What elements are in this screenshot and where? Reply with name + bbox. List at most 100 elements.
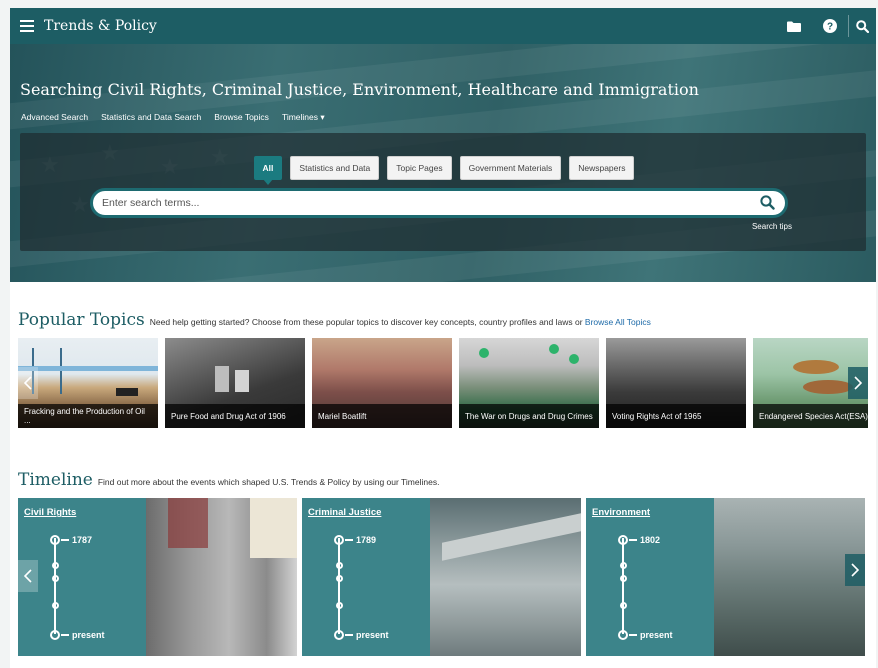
filter-all[interactable]: All — [253, 156, 283, 185]
timeline-node — [620, 602, 627, 609]
timeline-card-title: Civil Rights — [24, 507, 77, 518]
timeline-tick — [629, 634, 637, 636]
topics-carousel: Fracking and the Production of Oil ... P… — [18, 338, 868, 428]
topic-label: Fracking and the Production of Oil ... — [18, 404, 158, 428]
timeline-node — [334, 535, 344, 545]
timeline-node — [52, 602, 59, 609]
hero-banner: ★ ★ ★ ★ ★ Searching Civil Rights, Crimin… — [10, 44, 876, 282]
timeline-card-environment[interactable]: Environment 1802 present — [586, 498, 865, 656]
timeline-tick — [345, 634, 353, 636]
statistics-search-link[interactable]: Statistics and Data Search — [101, 112, 201, 123]
timeline-card-criminal-justice[interactable]: Criminal Justice 1789 present — [302, 498, 581, 656]
popular-topics-description: Need help getting started? Choose from t… — [149, 317, 583, 327]
topic-label: Pure Food and Drug Act of 1906 — [165, 404, 305, 428]
top-bar-actions: ? — [776, 8, 876, 44]
timeline-node — [336, 602, 343, 609]
diagram-layer — [18, 366, 158, 371]
timeline-image — [714, 498, 865, 656]
timeline-node — [334, 630, 344, 640]
timeline-tick — [629, 539, 637, 541]
topic-card[interactable]: Mariel Boatlift — [312, 338, 452, 428]
search-panel: All Statistics and Data Topic Pages Gove… — [20, 133, 866, 251]
timeline-end-label: present — [356, 630, 389, 640]
balloon-detail — [569, 354, 579, 364]
photo-detail — [215, 366, 229, 392]
timeline-end-label: present — [72, 630, 105, 640]
timeline-node — [50, 630, 60, 640]
topic-label: Voting Rights Act of 1965 — [606, 404, 746, 428]
timeline-node — [52, 562, 59, 569]
popular-topics-title: Popular Topics — [18, 310, 145, 330]
timelines-dropdown[interactable]: Timelines ▾ — [282, 112, 325, 123]
timeline-end-label: present — [640, 630, 673, 640]
timeline-tick — [345, 539, 353, 541]
timeline-card-title: Environment — [592, 507, 651, 518]
diagram-line — [60, 348, 62, 394]
timeline-card-title: Criminal Justice — [308, 507, 382, 518]
search-input[interactable] — [102, 197, 722, 209]
svg-text:?: ? — [827, 22, 833, 33]
advanced-search-link[interactable]: Advanced Search — [21, 112, 88, 123]
timeline-header: Timeline Find out more about the events … — [18, 470, 439, 490]
topic-card[interactable]: Fracking and the Production of Oil ... — [18, 338, 158, 428]
fish-detail — [793, 360, 839, 374]
search-tips-link[interactable]: Search tips — [752, 222, 792, 231]
menu-icon[interactable] — [20, 20, 34, 32]
timeline-title: Timeline — [18, 470, 93, 490]
help-icon[interactable]: ? — [812, 8, 848, 44]
topic-card[interactable]: The War on Drugs and Drug Crimes — [459, 338, 599, 428]
carousel-next-button[interactable] — [848, 367, 868, 399]
timeline-tick — [61, 539, 69, 541]
topic-label: The War on Drugs and Drug Crimes — [459, 404, 599, 428]
timeline-node — [336, 575, 343, 582]
browse-all-topics-link[interactable]: Browse All Topics — [585, 317, 651, 327]
topic-label: Endangered Species Act(ESA) — [753, 404, 868, 428]
timeline-node — [50, 535, 60, 545]
popular-topics-subtitle: Need help getting started? Choose from t… — [150, 317, 651, 327]
diagram-truck — [116, 388, 138, 396]
timeline-prev-button[interactable] — [18, 560, 38, 592]
browse-topics-link[interactable]: Browse Topics — [214, 112, 269, 123]
filter-government[interactable]: Government Materials — [459, 156, 562, 180]
top-bar: Trends & Policy ? — [10, 8, 876, 44]
search-filters: All Statistics and Data Topic Pages Gove… — [20, 156, 866, 185]
timeline-start-year: 1802 — [640, 535, 661, 545]
search-box — [90, 188, 788, 218]
timeline-node — [618, 535, 628, 545]
timeline-node — [620, 562, 627, 569]
timeline-tick — [61, 634, 69, 636]
timeline-spine — [338, 538, 340, 634]
timeline-spine — [622, 538, 624, 634]
page-frame: Trends & Policy ? ★ ★ ★ ★ ★ Searching Ci… — [10, 8, 876, 668]
balloon-detail — [479, 348, 489, 358]
timeline-start-year: 1789 — [356, 535, 377, 545]
timeline-node — [618, 630, 628, 640]
timeline-subtitle: Find out more about the events which sha… — [97, 477, 440, 487]
timeline-next-button[interactable] — [845, 554, 865, 586]
filter-newspapers[interactable]: Newspapers — [569, 156, 635, 180]
topic-card[interactable]: Voting Rights Act of 1965 — [606, 338, 746, 428]
search-submit-icon[interactable] — [760, 195, 775, 215]
timeline-start-year: 1787 — [72, 535, 93, 545]
filter-statistics[interactable]: Statistics and Data — [290, 156, 380, 180]
carousel-prev-button[interactable] — [18, 367, 38, 399]
timeline-card-civil-rights[interactable]: Civil Rights 1787 present — [18, 498, 297, 656]
banner-detail — [168, 498, 208, 548]
timeline-node — [336, 562, 343, 569]
fish-detail — [803, 380, 853, 394]
topic-card[interactable]: Pure Food and Drug Act of 1906 — [165, 338, 305, 428]
balloon-detail — [549, 344, 559, 354]
hero-links: Advanced Search Statistics and Data Sear… — [21, 112, 325, 123]
timeline-spine — [54, 538, 56, 634]
sign-detail — [250, 498, 297, 558]
topic-label: Mariel Boatlift — [312, 404, 452, 428]
timeline-node — [52, 575, 59, 582]
timeline-node — [620, 575, 627, 582]
photo-detail — [235, 370, 249, 392]
timeline-panel: Environment 1802 present — [586, 498, 714, 656]
search-icon[interactable] — [848, 15, 876, 37]
timeline-panel: Criminal Justice 1789 present — [302, 498, 430, 656]
app-title[interactable]: Trends & Policy — [44, 18, 157, 34]
folder-icon[interactable] — [776, 8, 812, 44]
filter-topic-pages[interactable]: Topic Pages — [387, 156, 452, 180]
